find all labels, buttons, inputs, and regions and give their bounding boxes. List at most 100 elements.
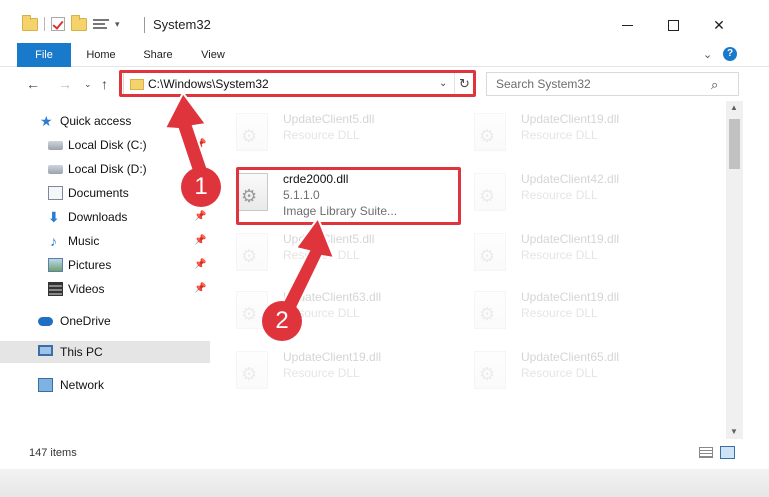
sidebar-item-network[interactable]: Network xyxy=(0,374,210,396)
pin-icon[interactable]: 📌 xyxy=(194,139,206,150)
star-icon: ★ xyxy=(40,113,53,129)
new-folder-icon[interactable] xyxy=(71,14,87,31)
sidebar-item-label: Local Disk (D:) xyxy=(68,162,147,176)
address-folder-icon xyxy=(130,79,144,90)
file-item[interactable]: UpdateClient19.dll Resource DLL xyxy=(456,103,686,161)
sidebar-item-label: Quick access xyxy=(60,114,132,128)
file-name: UpdateClient42.dll xyxy=(521,172,620,186)
address-path[interactable]: C:\Windows\System32 xyxy=(148,77,269,91)
dll-file-icon xyxy=(474,233,506,271)
file-item[interactable]: UpdateClient19.dll Resource DLL xyxy=(456,281,686,339)
title-bar: ▾ System32 ✕ xyxy=(0,0,769,40)
dll-file-icon xyxy=(236,173,268,211)
details-view-icon[interactable] xyxy=(699,447,713,458)
vertical-scrollbar[interactable]: ▲ ▼ xyxy=(726,101,743,439)
file-item-crde2000[interactable]: crde2000.dll 5.1.1.0 Image Library Suite… xyxy=(218,163,448,221)
sidebar-item-label: Pictures xyxy=(68,258,112,272)
maximize-icon xyxy=(667,19,679,31)
file-item[interactable]: UpdateClient19.dll Resource DLL xyxy=(218,341,448,399)
disk-icon xyxy=(48,165,63,174)
file-item[interactable]: UpdateClient19.dll Resource DLL xyxy=(456,223,686,281)
sidebar-item-local-disk-c[interactable]: Local Disk (C:) 📌 xyxy=(0,134,210,156)
refresh-icon[interactable]: ↻ xyxy=(454,73,474,95)
toolbar-divider xyxy=(44,17,45,31)
expand-ribbon-icon[interactable]: ⌄ xyxy=(703,48,712,61)
minimize-button[interactable] xyxy=(604,10,650,40)
file-item[interactable]: UpdateClient5.dll Resource DLL xyxy=(218,103,448,161)
file-item[interactable]: UpdateClient42.dll Resource DLL xyxy=(456,163,686,221)
sidebar-item-label: Documents xyxy=(68,186,129,200)
maximize-button[interactable] xyxy=(650,10,696,40)
close-button[interactable]: ✕ xyxy=(696,10,742,40)
tab-share[interactable]: Share xyxy=(135,43,181,67)
sidebar-item-videos[interactable]: Videos 📌 xyxy=(0,278,210,300)
dll-file-icon xyxy=(474,113,506,151)
sidebar-item-local-disk-d[interactable]: Local Disk (D:) 📌 xyxy=(0,158,210,180)
item-count: 147 items xyxy=(29,447,77,459)
file-version: 5.1.1.0 xyxy=(283,188,320,202)
navigation-bar: ← → ⌄ ↑ C:\Windows\System32 ⌄ ↻ Search S… xyxy=(0,67,769,101)
step-1-badge: 1 xyxy=(181,167,221,207)
pin-icon[interactable]: 📌 xyxy=(194,283,206,294)
pictures-icon xyxy=(48,258,63,272)
sidebar-item-downloads[interactable]: ⬇ Downloads 📌 xyxy=(0,206,210,228)
search-icon[interactable]: ⌕ xyxy=(711,77,718,93)
downloads-icon: ⬇ xyxy=(48,209,60,225)
sidebar-item-documents[interactable]: Documents 📌 xyxy=(0,182,210,204)
sidebar-item-music[interactable]: ♪ Music 📌 xyxy=(0,230,210,252)
status-bar: 147 items xyxy=(0,439,769,469)
sidebar-item-this-pc[interactable]: This PC xyxy=(0,341,210,363)
pin-icon[interactable]: 📌 xyxy=(194,235,206,246)
file-type: Resource DLL xyxy=(521,128,598,142)
background-strip xyxy=(0,469,769,497)
recent-locations-icon[interactable]: ⌄ xyxy=(84,79,92,90)
sidebar-item-pictures[interactable]: Pictures 📌 xyxy=(0,254,210,276)
sidebar-item-label: Local Disk (C:) xyxy=(68,138,147,152)
large-icons-view-icon[interactable] xyxy=(720,446,735,459)
file-item[interactable]: UpdateClient65.dll Resource DLL xyxy=(456,341,686,399)
address-bar[interactable]: C:\Windows\System32 ⌄ ↻ xyxy=(123,72,475,96)
tab-home[interactable]: Home xyxy=(76,43,126,67)
disk-icon xyxy=(48,141,63,150)
pin-icon[interactable]: 📌 xyxy=(194,211,206,222)
dll-file-icon xyxy=(474,351,506,389)
customize-view-icon[interactable] xyxy=(93,18,109,31)
scroll-thumb[interactable] xyxy=(729,119,740,169)
onedrive-icon xyxy=(38,317,53,326)
qat-dropdown-icon[interactable]: ▾ xyxy=(115,19,120,30)
file-name: UpdateClient19.dll xyxy=(521,232,620,246)
file-name: UpdateClient5.dll xyxy=(283,112,375,126)
sidebar-item-label: This PC xyxy=(60,345,103,359)
navigation-pane: ★ Quick access Local Disk (C:) 📌 Local D… xyxy=(0,101,210,439)
pin-icon[interactable]: 📌 xyxy=(194,259,206,270)
address-dropdown-icon[interactable]: ⌄ xyxy=(439,78,447,89)
file-item[interactable]: UpdateClient63.dll Resource DLL xyxy=(218,281,448,339)
scroll-down-icon[interactable]: ▼ xyxy=(730,427,738,436)
properties-check-icon[interactable] xyxy=(51,17,65,31)
folder-icon[interactable] xyxy=(22,14,38,31)
file-type: Resource DLL xyxy=(521,188,598,202)
file-name: UpdateClient19.dll xyxy=(521,112,620,126)
help-icon[interactable]: ? xyxy=(723,47,737,61)
file-name: UpdateClient5.dll xyxy=(283,232,375,246)
close-icon: ✕ xyxy=(713,16,725,33)
scroll-up-icon[interactable]: ▲ xyxy=(730,103,738,112)
file-type: Resource DLL xyxy=(283,366,360,380)
videos-icon xyxy=(48,282,63,296)
sidebar-item-label: OneDrive xyxy=(60,314,111,328)
sidebar-item-label: Downloads xyxy=(68,210,128,224)
this-pc-icon xyxy=(38,345,53,356)
tab-file[interactable]: File xyxy=(17,43,71,67)
up-arrow-icon[interactable]: ↑ xyxy=(101,76,108,92)
sidebar-item-label: Videos xyxy=(68,282,105,296)
sidebar-item-onedrive[interactable]: OneDrive xyxy=(0,310,210,332)
forward-arrow-icon[interactable]: → xyxy=(58,76,72,92)
file-item[interactable]: UpdateClient5.dll Resource DLL xyxy=(218,223,448,281)
file-type: Resource DLL xyxy=(521,366,598,380)
sidebar-item-quick-access[interactable]: ★ Quick access xyxy=(0,110,210,132)
title-divider xyxy=(144,17,145,33)
file-name: crde2000.dll xyxy=(283,172,349,186)
tab-view[interactable]: View xyxy=(193,43,233,67)
back-arrow-icon[interactable]: ← xyxy=(26,76,40,92)
search-input[interactable]: Search System32 ⌕ xyxy=(486,72,739,96)
